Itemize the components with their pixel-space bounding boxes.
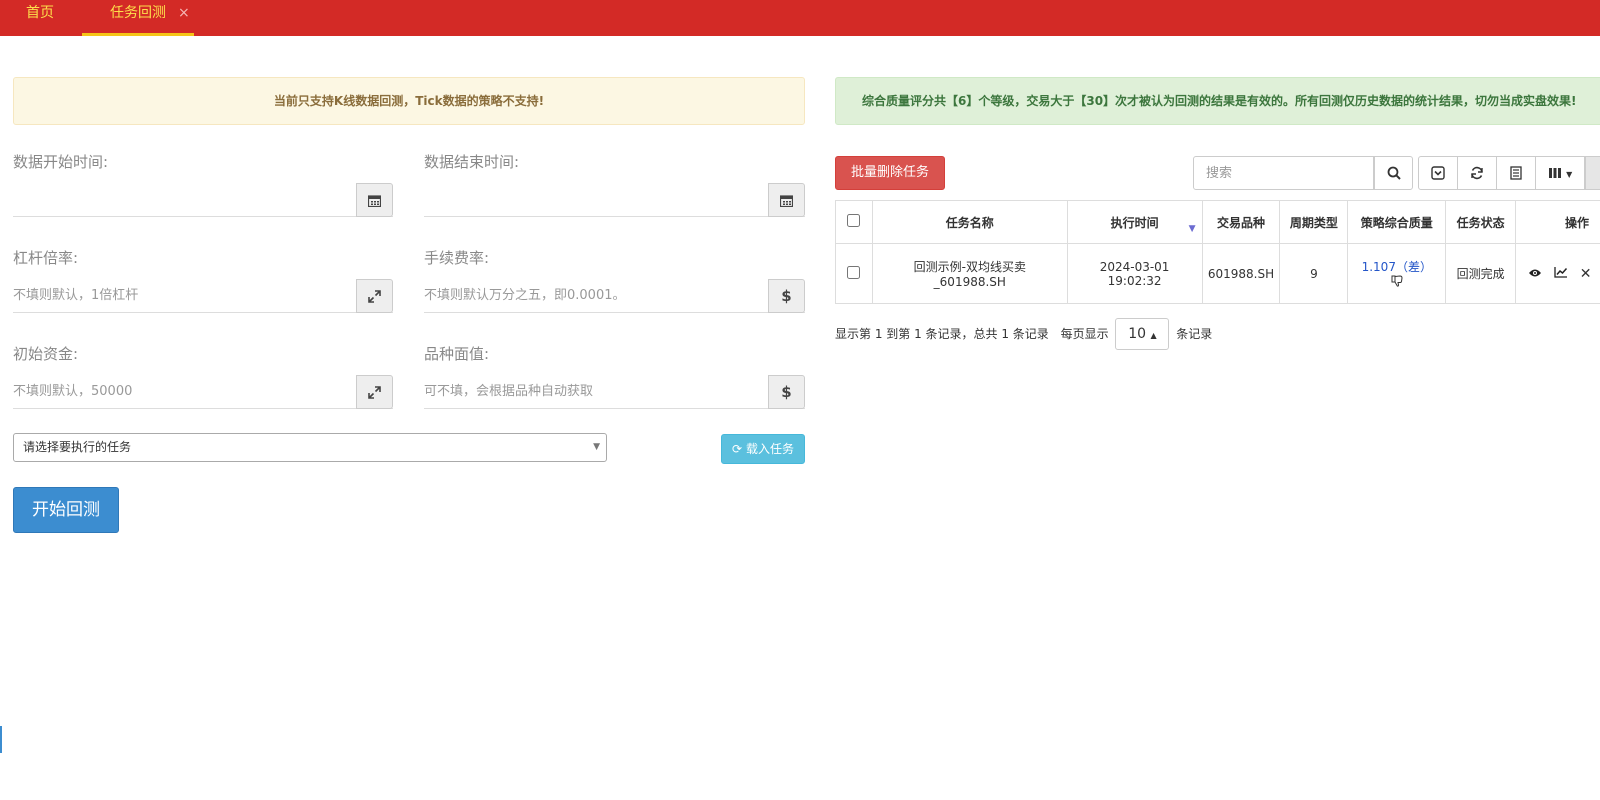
caret-up-icon: ▲ xyxy=(1150,331,1157,340)
fee-rate-label: 手续费率: xyxy=(424,249,490,267)
collapse-icon xyxy=(1431,166,1445,180)
end-time-group xyxy=(424,183,805,217)
capital-group xyxy=(13,375,393,409)
edge-indicator xyxy=(0,726,2,753)
col-symbol[interactable]: 交易品种 xyxy=(1201,200,1281,244)
task-table: 任务名称 执行时间 ▼ 交易品种 周期类型 策略综合质量 任务状态 操作 回测示例… xyxy=(835,200,1600,304)
task-name-line2: _601988.SH xyxy=(933,275,1006,289)
columns-button[interactable]: ▼ xyxy=(1535,156,1585,190)
search-input[interactable] xyxy=(1193,156,1374,190)
tab-home[interactable]: 首页 xyxy=(26,0,54,36)
tab-task-backtest-label: 任务回测 xyxy=(110,5,166,21)
capital-input[interactable] xyxy=(13,375,353,408)
columns-icon xyxy=(1548,168,1561,178)
col-exec-time[interactable]: 执行时间 ▼ xyxy=(1066,200,1203,244)
delete-icon[interactable]: ✕ xyxy=(1580,266,1600,282)
col-status[interactable]: 任务状态 xyxy=(1445,200,1517,244)
refresh-icon: ⟳ xyxy=(732,442,743,456)
leverage-label: 杠杆倍率: xyxy=(13,249,79,267)
exec-clock: 19:02:32 xyxy=(1107,273,1162,288)
start-time-label: 数据开始时间: xyxy=(13,153,109,171)
pagination-summary: 显示第 1 到第 1 条记录，总共 1 条记录 xyxy=(835,327,1049,341)
list-icon xyxy=(1510,166,1522,180)
expand-icon[interactable] xyxy=(356,279,393,313)
leverage-input[interactable] xyxy=(13,279,353,312)
select-all-checkbox[interactable] xyxy=(847,214,861,227)
expand-icon[interactable] xyxy=(356,375,393,409)
cell-quality: 1.107（差） xyxy=(1347,243,1447,304)
capital-label: 初始资金: xyxy=(13,345,79,363)
search-icon xyxy=(1387,166,1401,180)
caret-down-icon: ▼ xyxy=(593,442,600,452)
quality-score-link[interactable]: 1.107（差） xyxy=(1348,258,1445,275)
cell-exec-time: 2024-03-01 19:02:32 xyxy=(1066,243,1203,304)
close-icon[interactable]: × xyxy=(178,0,190,26)
sort-desc-icon: ▼ xyxy=(1188,224,1196,234)
start-time-group xyxy=(13,183,393,217)
calendar-icon[interactable] xyxy=(768,183,805,217)
table-header-row: 任务名称 执行时间 ▼ 交易品种 周期类型 策略综合质量 任务状态 操作 xyxy=(835,200,1600,244)
face-value-group: $ xyxy=(424,375,805,409)
end-time-label: 数据结束时间: xyxy=(424,153,520,171)
start-time-input[interactable] xyxy=(13,183,353,216)
export-button[interactable] xyxy=(1585,156,1600,190)
table-row: 回测示例-双均线买卖 _601988.SH 2024-03-01 19:02:3… xyxy=(835,243,1600,304)
row-checkbox[interactable] xyxy=(847,265,861,279)
pagination-info: 显示第 1 到第 1 条记录，总共 1 条记录 每页显示 10 ▲ 条记录 xyxy=(835,318,1212,350)
start-backtest-button[interactable]: 开始回测 xyxy=(13,487,119,533)
per-page-label: 每页显示 xyxy=(1060,327,1109,341)
row-select-cell xyxy=(835,243,873,304)
search-button[interactable] xyxy=(1374,156,1413,190)
load-task-button[interactable]: ⟳ 载入任务 xyxy=(721,434,805,464)
task-select[interactable]: 请选择要执行的任务 ▼ xyxy=(13,433,607,462)
toggle-pagination-button[interactable] xyxy=(1418,156,1458,190)
face-value-label: 品种面值: xyxy=(424,345,490,363)
refresh-button[interactable] xyxy=(1457,156,1497,190)
col-quality[interactable]: 策略综合质量 xyxy=(1347,200,1447,244)
toggle-view-button[interactable] xyxy=(1496,156,1536,190)
dollar-icon[interactable]: $ xyxy=(768,375,805,409)
per-page-suffix: 条记录 xyxy=(1176,327,1213,341)
cell-status: 回测完成 xyxy=(1445,243,1517,304)
tab-task-backtest[interactable]: 任务回测 × xyxy=(82,0,194,36)
refresh-icon xyxy=(1471,166,1483,180)
col-actions: 操作 xyxy=(1515,200,1600,244)
exec-date: 2024-03-01 xyxy=(1099,259,1170,274)
task-name-line1: 回测示例-双均线买卖 xyxy=(913,260,1026,274)
page-size-dropdown[interactable]: 10 ▲ xyxy=(1115,318,1170,350)
face-value-input[interactable] xyxy=(424,375,764,408)
thumbs-down-icon xyxy=(1348,274,1445,290)
kline-support-notice: 当前只支持K线数据回测，Tick数据的策略不支持! xyxy=(13,77,805,125)
dollar-icon[interactable]: $ xyxy=(768,279,805,313)
caret-down-icon: ▼ xyxy=(1566,170,1573,179)
cell-task-name: 回测示例-双均线买卖 _601988.SH xyxy=(871,243,1068,304)
calendar-icon[interactable] xyxy=(356,183,393,217)
fee-rate-group: $ xyxy=(424,279,805,313)
col-exec-time-label: 执行时间 xyxy=(1110,215,1159,230)
load-task-label: 载入任务 xyxy=(745,442,794,456)
col-task-name[interactable]: 任务名称 xyxy=(871,200,1068,244)
leverage-group xyxy=(13,279,393,313)
end-time-input[interactable] xyxy=(424,183,764,216)
line-chart-icon[interactable] xyxy=(1554,266,1576,282)
select-all-cell xyxy=(835,200,873,244)
fee-rate-input[interactable] xyxy=(424,279,764,312)
page-size-value: 10 xyxy=(1128,326,1147,342)
batch-delete-button[interactable]: 批量删除任务 xyxy=(835,156,945,190)
col-period[interactable]: 周期类型 xyxy=(1279,200,1349,244)
task-select-value: 请选择要执行的任务 xyxy=(23,440,132,454)
top-tab-bar: 首页 任务回测 × xyxy=(0,0,1600,36)
view-icon[interactable] xyxy=(1528,267,1550,282)
cell-symbol: 601988.SH xyxy=(1201,243,1281,304)
cell-actions: ✕ xyxy=(1515,243,1600,304)
quality-notice: 综合质量评分共【6】个等级，交易大于【30】次才被认为回测的结果是有效的。所有回… xyxy=(835,77,1600,125)
cell-period: 9 xyxy=(1279,243,1349,304)
